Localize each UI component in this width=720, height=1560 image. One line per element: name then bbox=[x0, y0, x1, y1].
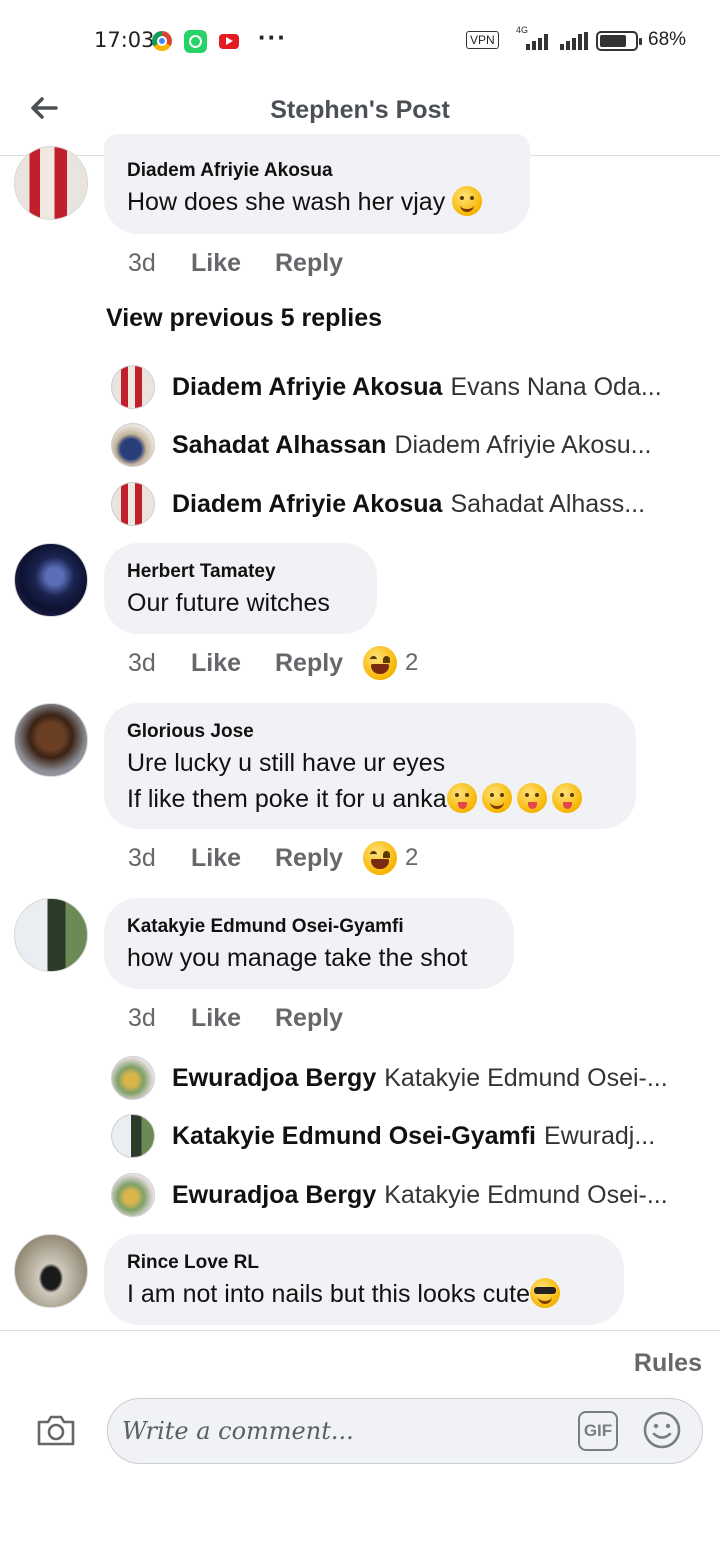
vpn-badge: VPN bbox=[466, 31, 499, 49]
tongue-emoji-icon bbox=[446, 783, 477, 813]
camera-icon[interactable] bbox=[36, 1413, 76, 1447]
like-button[interactable]: Like bbox=[191, 649, 275, 678]
comment-text: Ure lucky u still have ur eyes bbox=[127, 749, 446, 777]
avatar bbox=[111, 482, 155, 526]
comment-footer: Rules GIF bbox=[0, 1330, 720, 1560]
youtube-icon bbox=[219, 34, 239, 49]
comment-bubble[interactable]: Herbert Tamatey Our future witches bbox=[104, 543, 377, 634]
avatar bbox=[111, 365, 155, 409]
reply-author: Diadem Afriyie Akosua bbox=[172, 489, 443, 518]
reply-button[interactable]: Reply bbox=[275, 1004, 358, 1033]
comment-author[interactable]: Katakyie Edmund Osei-Gyamfi bbox=[127, 916, 492, 938]
reply-snippet: Sahadat Alhass... bbox=[450, 489, 646, 518]
comment-actions: 3d Like Reply bbox=[128, 245, 358, 281]
comment-time: 3d bbox=[128, 843, 156, 872]
haha-reaction-icon bbox=[363, 841, 397, 875]
reply-snippet: Katakyie Edmund Osei-... bbox=[384, 1180, 668, 1209]
like-button[interactable]: Like bbox=[191, 249, 275, 278]
whatsapp-icon bbox=[184, 30, 207, 53]
avatar bbox=[111, 1056, 155, 1100]
reply-button[interactable]: Reply bbox=[275, 249, 358, 278]
comment-text: How does she wash her vjay bbox=[127, 184, 508, 220]
comment-time: 3d bbox=[128, 648, 156, 677]
comment-text: Our future witches bbox=[127, 589, 330, 617]
reaction-count: 2 bbox=[405, 844, 419, 871]
smirk-emoji-icon bbox=[452, 186, 483, 216]
like-button[interactable]: Like bbox=[191, 844, 275, 873]
status-time: 17:03 bbox=[94, 28, 155, 52]
reply-button[interactable]: Reply bbox=[275, 649, 363, 678]
gif-icon[interactable]: GIF bbox=[578, 1411, 618, 1451]
reply-author: Sahadat Alhassan bbox=[172, 430, 387, 459]
comment-text: how you manage take the shot bbox=[127, 944, 468, 972]
comment-bubble[interactable]: Katakyie Edmund Osei-Gyamfi how you mana… bbox=[104, 898, 514, 989]
reply-preview[interactable]: Diadem Afriyie Akosua Sahadat Alhass... bbox=[111, 481, 691, 527]
avatar[interactable] bbox=[14, 898, 88, 972]
reply-preview[interactable]: Diadem Afriyie Akosua Evans Nana Oda... bbox=[111, 364, 691, 410]
avatar[interactable] bbox=[14, 703, 88, 777]
avatar bbox=[111, 1173, 155, 1217]
avatar[interactable] bbox=[14, 1234, 88, 1308]
rules-link[interactable]: Rules bbox=[634, 1349, 702, 1378]
comment-actions: 3d Like Reply 2 bbox=[128, 645, 418, 681]
signal-icon bbox=[556, 32, 590, 50]
haha-reaction-icon bbox=[363, 646, 397, 680]
avatar[interactable] bbox=[14, 543, 88, 617]
comment-bubble[interactable]: Diadem Afriyie Akosua How does she wash … bbox=[104, 134, 530, 234]
reply-button[interactable]: Reply bbox=[275, 844, 363, 873]
comment-composer[interactable]: GIF bbox=[107, 1398, 703, 1464]
battery-percent: 68% bbox=[648, 29, 687, 50]
tongue-emoji-icon bbox=[551, 783, 582, 813]
reply-preview[interactable]: Katakyie Edmund Osei-Gyamfi Ewuradj... bbox=[111, 1113, 691, 1159]
more-notifications-icon: ··· bbox=[258, 22, 287, 52]
avatar bbox=[111, 423, 155, 467]
reaction-summary[interactable]: 2 bbox=[363, 841, 418, 875]
reaction-summary[interactable]: 2 bbox=[363, 646, 418, 680]
reply-snippet: Ewuradj... bbox=[544, 1121, 656, 1150]
reply-snippet: Diadem Afriyie Akosu... bbox=[394, 430, 652, 459]
comment-time: 3d bbox=[128, 1003, 156, 1032]
comment-text: If like them poke it for u anka bbox=[127, 781, 614, 817]
comment-actions: 3d Like Reply bbox=[128, 1000, 358, 1036]
like-button[interactable]: Like bbox=[191, 1004, 275, 1033]
reply-snippet: Katakyie Edmund Osei-... bbox=[384, 1063, 668, 1092]
comment-bubble[interactable]: Rince Love RL I am not into nails but th… bbox=[104, 1234, 624, 1325]
signal-icon bbox=[514, 32, 548, 50]
page-title: Stephen's Post bbox=[270, 96, 450, 124]
status-bar: 17:03 ··· VPN 4G 68% bbox=[0, 0, 720, 80]
comment-time: 3d bbox=[128, 248, 156, 277]
reply-preview[interactable]: Ewuradjoa Bergy Katakyie Edmund Osei-... bbox=[111, 1055, 691, 1101]
reply-preview[interactable]: Sahadat Alhassan Diadem Afriyie Akosu... bbox=[111, 422, 691, 468]
chrome-icon bbox=[152, 31, 172, 51]
grin-emoji-icon bbox=[481, 783, 512, 813]
comment-author[interactable]: Herbert Tamatey bbox=[127, 561, 355, 583]
comment-author[interactable]: Diadem Afriyie Akosua bbox=[127, 160, 508, 182]
comment-author[interactable]: Rince Love RL bbox=[127, 1252, 602, 1274]
tongue-emoji-icon bbox=[516, 783, 547, 813]
comment-actions: 3d Like Reply 2 bbox=[128, 840, 418, 876]
comment-text: I am not into nails but this looks cute bbox=[127, 1276, 602, 1312]
reply-snippet: Evans Nana Oda... bbox=[450, 372, 662, 401]
avatar bbox=[111, 1114, 155, 1158]
comment-author[interactable]: Glorious Jose bbox=[127, 721, 614, 743]
sunglasses-emoji-icon bbox=[530, 1278, 560, 1308]
reply-author: Ewuradjoa Bergy bbox=[172, 1180, 377, 1209]
reply-author: Katakyie Edmund Osei-Gyamfi bbox=[172, 1121, 537, 1150]
comment-bubble[interactable]: Glorious Jose Ure lucky u still have ur … bbox=[104, 703, 636, 829]
avatar[interactable] bbox=[14, 146, 88, 220]
comment-input[interactable] bbox=[122, 1411, 562, 1451]
reply-author: Diadem Afriyie Akosua bbox=[172, 372, 443, 401]
battery-icon bbox=[596, 31, 642, 51]
view-previous-replies-link[interactable]: View previous 5 replies bbox=[106, 304, 382, 333]
reply-author: Ewuradjoa Bergy bbox=[172, 1063, 377, 1092]
reply-preview[interactable]: Ewuradjoa Bergy Katakyie Edmund Osei-... bbox=[111, 1172, 691, 1218]
emoji-icon[interactable] bbox=[642, 1410, 682, 1450]
reaction-count: 2 bbox=[405, 649, 419, 676]
